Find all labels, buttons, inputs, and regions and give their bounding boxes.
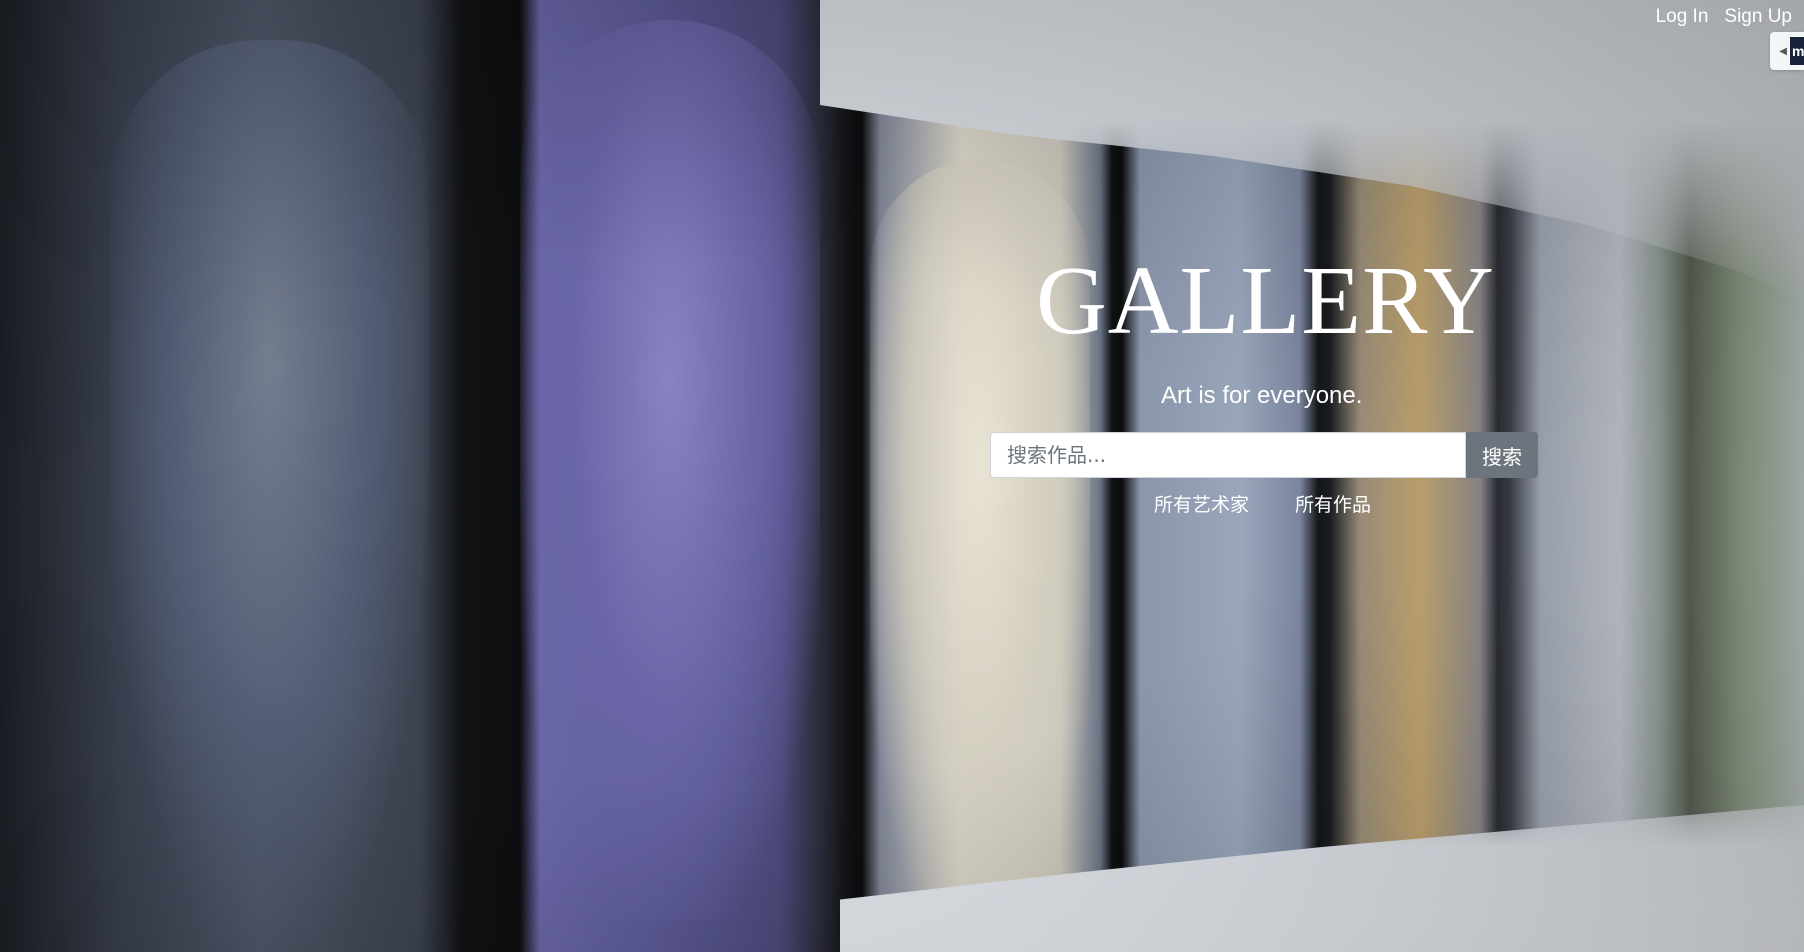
widget-logo-icon: m: [1790, 37, 1804, 65]
all-artists-link[interactable]: 所有艺术家: [1154, 490, 1249, 517]
browse-links: 所有艺术家 所有作品: [1154, 490, 1371, 517]
auth-links: Log In Sign Up: [1656, 6, 1792, 28]
side-widget-tab[interactable]: ◀ m: [1770, 32, 1804, 70]
signup-link[interactable]: Sign Up: [1724, 6, 1792, 28]
search-form: 搜索: [990, 432, 1538, 478]
caret-left-icon: ◀: [1779, 45, 1787, 57]
search-input[interactable]: [990, 432, 1466, 478]
tagline: Art is for everyone.: [1161, 382, 1363, 409]
search-button[interactable]: 搜索: [1466, 432, 1538, 478]
login-link[interactable]: Log In: [1656, 6, 1709, 28]
landing-page: Log In Sign Up ◀ m GALLERY Art is for ev…: [0, 0, 1804, 952]
page-title: GALLERY: [1036, 247, 1495, 355]
all-works-link[interactable]: 所有作品: [1295, 490, 1371, 517]
